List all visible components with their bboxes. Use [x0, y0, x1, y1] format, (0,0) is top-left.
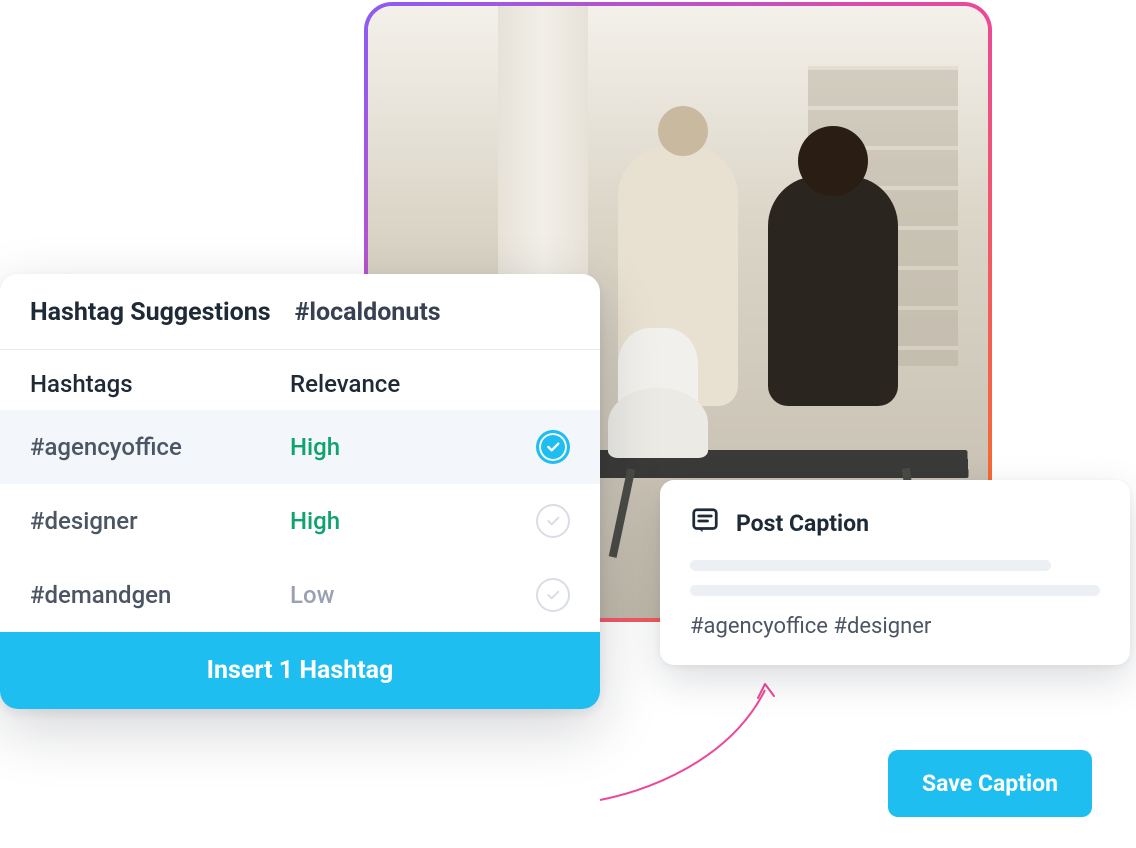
hashtag-sample-tag: #localdonuts: [295, 298, 441, 327]
hashtag-relevance: Low: [290, 581, 536, 609]
post-caption-card: Post Caption #agencyoffice #designer: [660, 480, 1130, 665]
column-hashtags-label: Hashtags: [30, 370, 290, 398]
caption-header: Post Caption: [690, 506, 1100, 540]
hashtag-panel-title: Hashtag Suggestions: [30, 298, 271, 327]
hashtag-row-designer[interactable]: #designer High: [0, 484, 600, 558]
arrow-connector: [590, 680, 790, 810]
checkmark-circle-icon[interactable]: [536, 504, 570, 538]
hashtag-row-agencyoffice[interactable]: #agencyoffice High: [0, 410, 600, 484]
insert-hashtag-button[interactable]: Insert 1 Hashtag: [0, 632, 600, 709]
hashtag-name: #demandgen: [30, 581, 290, 609]
checkmark-circle-icon[interactable]: [536, 578, 570, 612]
hashtag-suggestions-panel: Hashtag Suggestions #localdonuts Hashtag…: [0, 274, 600, 709]
hashtag-columns-header: Hashtags Relevance: [0, 350, 600, 410]
hashtag-name: #designer: [30, 507, 290, 535]
hashtag-panel-header: Hashtag Suggestions #localdonuts: [0, 274, 600, 350]
caption-placeholder-line: [690, 585, 1100, 596]
column-relevance-label: Relevance: [290, 370, 400, 398]
hashtag-relevance: High: [290, 507, 536, 535]
save-caption-button[interactable]: Save Caption: [888, 750, 1092, 817]
caption-title: Post Caption: [736, 510, 869, 537]
caption-icon: [690, 506, 720, 540]
checkmark-circle-icon[interactable]: [536, 430, 570, 464]
hashtag-row-demandgen[interactable]: #demandgen Low: [0, 558, 600, 632]
hashtag-name: #agencyoffice: [30, 433, 290, 461]
hashtag-relevance: High: [290, 433, 536, 461]
caption-placeholder-line: [690, 560, 1051, 571]
caption-hashtags-text: #agencyoffice #designer: [690, 614, 1100, 639]
